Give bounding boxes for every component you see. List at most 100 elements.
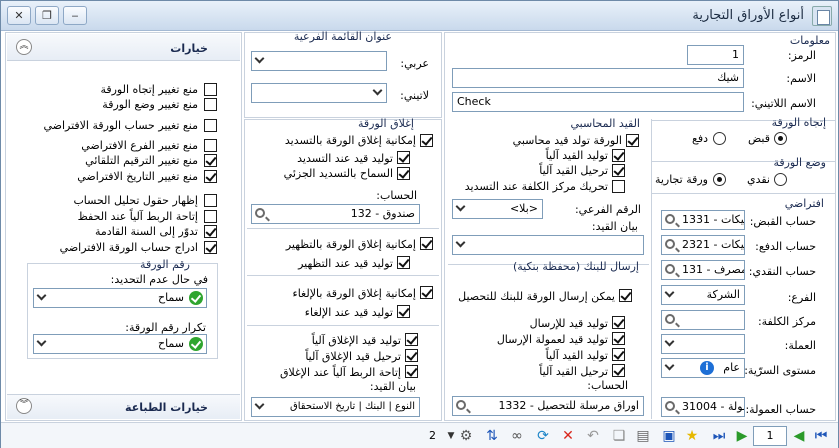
bank-auto-post-checkbox[interactable] bbox=[612, 364, 625, 377]
branch-select[interactable]: الشركة bbox=[661, 285, 745, 305]
dropdown-arrow-icon[interactable]: ▼ bbox=[442, 427, 460, 445]
option-checkbox-4[interactable] bbox=[204, 154, 217, 167]
sub-number-value: <بلا> bbox=[509, 202, 538, 215]
cash-account-field[interactable]: 131 - مصرف bbox=[661, 260, 745, 280]
auto-generate-checkbox[interactable] bbox=[612, 149, 625, 162]
option-checkbox-2[interactable] bbox=[204, 119, 217, 132]
allow-bank-checkbox[interactable] bbox=[619, 289, 632, 302]
gen-endorse-checkbox[interactable] bbox=[397, 256, 410, 269]
search-icon[interactable] bbox=[456, 400, 466, 410]
latin-name-label: الاسم اللاتيني: bbox=[751, 97, 816, 110]
closing-account-field[interactable]: 132 - صندوق bbox=[251, 204, 420, 224]
option-label-0: منع تغيير إتجاه الورقة bbox=[100, 83, 198, 96]
search-icon[interactable] bbox=[665, 264, 675, 274]
option-label-5: منع تغيير التاريخ الافتراضي bbox=[77, 170, 198, 183]
currency-select[interactable] bbox=[661, 334, 745, 354]
cost-center-move-checkbox[interactable] bbox=[612, 180, 625, 193]
direction-receipt-label: قبض bbox=[747, 132, 770, 145]
gen-payment-checkbox[interactable] bbox=[397, 151, 410, 164]
option-checkbox-0[interactable] bbox=[204, 83, 217, 96]
sort-icon[interactable]: ⇅ bbox=[483, 427, 501, 445]
gen-send-checkbox[interactable] bbox=[612, 316, 625, 329]
last-record-icon[interactable]: ⏭ bbox=[710, 427, 728, 445]
code-field[interactable]: 1 bbox=[687, 45, 744, 65]
latin-select[interactable] bbox=[251, 83, 387, 103]
paste-icon[interactable]: ▤ bbox=[634, 427, 652, 445]
name-field[interactable]: شيك bbox=[452, 68, 744, 88]
option-checkbox-9[interactable] bbox=[204, 241, 217, 254]
repeat-number-select[interactable]: سماح bbox=[33, 334, 207, 354]
window: ✕ ❐ ‒ أنواع الأوراق التجارية معلومات الر… bbox=[0, 0, 839, 448]
page-number-field[interactable]: 1 bbox=[753, 426, 787, 446]
bank-auto-gen-checkbox[interactable] bbox=[612, 348, 625, 361]
direction-payment-radio[interactable] bbox=[713, 132, 726, 145]
option-checkbox-6[interactable] bbox=[204, 194, 217, 207]
expand-icon[interactable]: ︾ bbox=[16, 398, 32, 414]
arabic-select[interactable] bbox=[251, 51, 387, 71]
app-icon bbox=[812, 6, 832, 26]
star-icon[interactable]: ★ bbox=[683, 427, 701, 445]
link-close-auto-checkbox[interactable] bbox=[405, 365, 418, 378]
minimize-button[interactable]: ‒ bbox=[63, 6, 87, 25]
search-icon[interactable] bbox=[665, 239, 675, 249]
bank-account-field[interactable]: 1332 - اوراق مرسلة للتحصيل bbox=[452, 396, 644, 416]
sub-number-label: الرقم الفرعي: bbox=[574, 203, 641, 216]
latin-label: لاتيني: bbox=[400, 89, 429, 102]
close-cancel-checkbox[interactable] bbox=[420, 286, 433, 299]
status-commercial-radio[interactable] bbox=[713, 173, 726, 186]
option-checkbox-8[interactable] bbox=[204, 225, 217, 238]
privacy-select[interactable]: عام i bbox=[661, 358, 745, 378]
delete-icon[interactable]: ✕ bbox=[559, 427, 577, 445]
option-label-1: منع تغيير وضع الورقة bbox=[102, 98, 198, 111]
sub-number-select[interactable]: <بلا> bbox=[452, 199, 543, 219]
auto-post-checkbox[interactable] bbox=[612, 164, 625, 177]
entry-statement-select[interactable] bbox=[452, 235, 644, 255]
cost-center-field[interactable] bbox=[661, 310, 745, 330]
close-endorse-checkbox[interactable] bbox=[420, 237, 433, 250]
undo-icon[interactable]: ↶ bbox=[584, 427, 602, 445]
receipt-account-field[interactable]: 1331 - شيكات bbox=[661, 210, 745, 230]
search-icon[interactable] bbox=[255, 208, 265, 218]
latin-name-field[interactable]: Check bbox=[452, 92, 744, 112]
collapse-icon[interactable]: ︽ bbox=[16, 39, 32, 55]
search-icon[interactable] bbox=[665, 401, 675, 411]
first-record-icon[interactable]: ⏮ bbox=[812, 427, 830, 445]
closing-statement-select[interactable]: النوع | البنك | تاريخ الاستحقاق bbox=[251, 397, 420, 417]
subtitle-group-title: عنوان القائمة الفرعية bbox=[293, 30, 392, 43]
status-cash-radio[interactable] bbox=[774, 173, 787, 186]
search-icon[interactable] bbox=[665, 314, 675, 324]
bank-account-value: 1332 - اوراق مرسلة للتحصيل bbox=[498, 399, 639, 412]
copy-icon[interactable]: ❏ bbox=[610, 427, 628, 445]
commission-account-field[interactable]: 31004 - عمولة bbox=[661, 397, 745, 417]
option-label-4: منع تغيير الترقيم التلقائي bbox=[85, 154, 198, 167]
refresh-icon[interactable]: ⟳ bbox=[534, 427, 552, 445]
option-checkbox-5[interactable] bbox=[204, 170, 217, 183]
next-record-icon[interactable]: ▶ bbox=[733, 427, 751, 445]
direction-receipt-radio[interactable] bbox=[774, 132, 787, 145]
gen-close-auto-checkbox[interactable] bbox=[405, 333, 418, 346]
close-button[interactable]: ✕ bbox=[7, 6, 31, 25]
option-checkbox-3[interactable] bbox=[204, 139, 217, 152]
generate-entry-checkbox[interactable] bbox=[626, 134, 639, 147]
option-checkbox-1[interactable] bbox=[204, 98, 217, 111]
post-close-auto-checkbox[interactable] bbox=[405, 349, 418, 362]
payment-account-field[interactable]: 2321 - شيكات bbox=[661, 235, 745, 255]
options-header-title: خيارات bbox=[170, 42, 208, 55]
print-options-title: خيارات الطباعة bbox=[125, 401, 208, 414]
partial-payment-checkbox[interactable] bbox=[397, 167, 410, 180]
option-checkbox-7[interactable] bbox=[204, 210, 217, 223]
link-icon[interactable]: ∞ bbox=[508, 427, 526, 445]
missing-number-select[interactable]: سماح bbox=[33, 288, 207, 308]
defaults-group-title: افتراضي bbox=[784, 197, 824, 210]
gen-cancel-checkbox[interactable] bbox=[397, 305, 410, 318]
name-label: الاسم: bbox=[786, 72, 816, 85]
numbering-group-title: رقم الورقة bbox=[140, 258, 190, 271]
search-icon[interactable] bbox=[665, 214, 675, 224]
gen-payment-label: توليد قيد عند التسديد bbox=[297, 152, 393, 165]
close-payment-checkbox[interactable] bbox=[420, 134, 433, 147]
previous-record-icon[interactable]: ◀ bbox=[790, 427, 808, 445]
window-title: أنواع الأوراق التجارية bbox=[692, 8, 804, 23]
gen-commission-checkbox[interactable] bbox=[612, 332, 625, 345]
restore-button[interactable]: ❐ bbox=[35, 6, 59, 25]
save-icon[interactable]: ▣ bbox=[660, 427, 678, 445]
